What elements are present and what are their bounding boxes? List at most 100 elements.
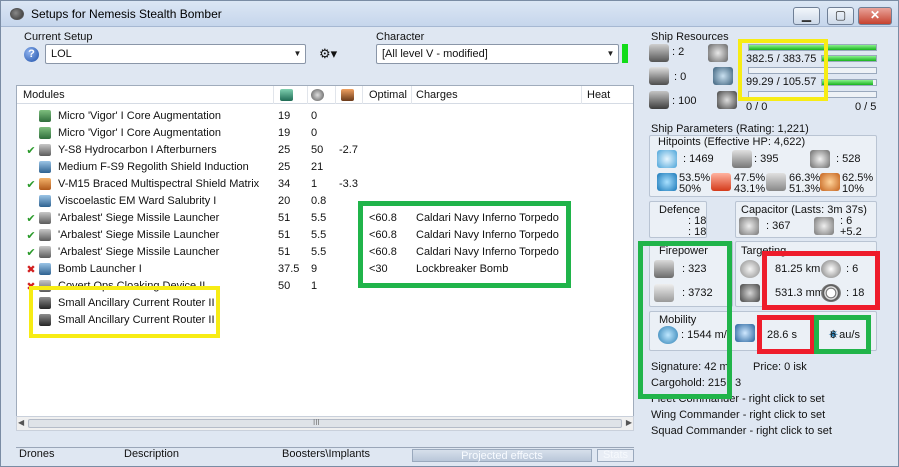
col-header-optimal[interactable]: Optimal xyxy=(369,89,407,101)
module-state-icon[interactable]: ✔ xyxy=(25,178,37,191)
module-name: Medium F-S9 Regolith Shield Induction xyxy=(58,161,249,173)
module-cpu: 19 xyxy=(278,127,291,139)
module-optimal: <60.8 xyxy=(369,229,397,241)
module-pg: 5.5 xyxy=(311,229,327,241)
maximize-button[interactable]: ▢ xyxy=(827,7,854,25)
module-cpu: 19 xyxy=(278,110,291,122)
drone-bay-icon xyxy=(649,91,669,109)
scroll-thumb[interactable] xyxy=(28,419,622,428)
max-targets-icon xyxy=(821,260,841,278)
wing-commander[interactable]: Wing Commander - right click to set xyxy=(651,409,825,421)
sensor-strength-icon xyxy=(821,284,841,302)
bomb-launcher-icon xyxy=(39,263,51,275)
capacitor-column-icon[interactable] xyxy=(341,89,354,101)
current-setup-select[interactable]: LOL ▼ xyxy=(45,44,306,64)
hitpoints-box: Hitpoints (Effective HP: 4,622) : 1469 :… xyxy=(649,135,877,197)
hull-hp-icon xyxy=(810,150,830,168)
module-row[interactable]: ✔ 'Arbalest' Siege Missile Launcher 51 5… xyxy=(17,227,633,244)
capacitor-delta-icon xyxy=(814,217,834,235)
scan-resolution: 531.3 mm xyxy=(775,287,824,299)
current-router-icon xyxy=(39,297,51,309)
tab-projected-effects[interactable]: Projected effects xyxy=(412,449,592,462)
tab-stats[interactable]: Stats xyxy=(597,449,634,462)
module-row[interactable]: Small Ancillary Current Router II xyxy=(17,312,633,329)
defence-box: Defence : 18 : 18 xyxy=(649,201,707,238)
bottom-tabs: Drones Description Boosters\Implants Pro… xyxy=(16,447,634,462)
module-row[interactable]: Micro 'Vigor' I Core Augmentation 19 0 xyxy=(17,108,633,125)
module-name: Viscoelastic EM Ward Salubrity I xyxy=(58,195,217,207)
capacitor-box: Capacitor (Lasts: 3m 37s) : 367 : 6 +5.2 xyxy=(735,201,877,238)
ship-parameters-title: Ship Parameters (Rating: 1,221) xyxy=(651,123,809,135)
module-row[interactable]: Small Ancillary Current Router II xyxy=(17,295,633,312)
col-header-modules[interactable]: Modules xyxy=(23,89,65,101)
module-state-icon[interactable]: ✖ xyxy=(25,280,37,293)
module-row[interactable]: ✖ Covert Ops Cloaking Device II 50 1 xyxy=(17,278,633,295)
character-select[interactable]: [All level V - modified] ▼ xyxy=(376,44,619,64)
module-state-icon[interactable]: ✖ xyxy=(25,263,37,276)
module-pg: 5.5 xyxy=(311,212,327,224)
tab-description[interactable]: Description xyxy=(124,448,179,460)
module-row[interactable]: Micro 'Vigor' I Core Augmentation 19 0 xyxy=(17,125,633,142)
module-pg: 50 xyxy=(311,144,324,156)
col-header-heat[interactable]: Heat xyxy=(587,89,610,101)
shield-matrix-icon xyxy=(39,178,51,190)
target-range: 81.25 km xyxy=(775,263,821,275)
modules-horizontal-scrollbar[interactable]: ◀ III ▶ xyxy=(16,416,634,431)
app-icon xyxy=(10,8,24,20)
module-charge[interactable]: Caldari Navy Inferno Torpedo xyxy=(416,229,559,241)
module-pg: 0.8 xyxy=(311,195,327,207)
tab-drones[interactable]: Drones xyxy=(19,448,54,460)
col-header-charges[interactable]: Charges xyxy=(416,89,458,101)
drone-bandwidth-value: 0 / 0 xyxy=(746,101,768,113)
max-targets: : 6 xyxy=(846,263,859,275)
armor-hp: : 395 xyxy=(754,153,779,165)
character-value: [All level V - modified] xyxy=(382,48,488,60)
module-charge[interactable]: Caldari Navy Inferno Torpedo xyxy=(416,212,559,224)
kinetic-resist-icon xyxy=(766,173,786,191)
module-pg: 0 xyxy=(311,110,318,122)
module-charge[interactable]: Caldari Navy Inferno Torpedo xyxy=(416,246,559,258)
minimize-button[interactable]: ▁ xyxy=(793,7,820,25)
module-row[interactable]: Medium F-S9 Regolith Shield Induction 25… xyxy=(17,159,633,176)
module-row[interactable]: ✔ 'Arbalest' Siege Missile Launcher 51 5… xyxy=(17,210,633,227)
module-state-icon[interactable]: ✔ xyxy=(25,229,37,242)
module-state-icon[interactable]: ✔ xyxy=(25,144,37,157)
module-state-icon[interactable]: ✔ xyxy=(25,246,37,259)
dps-icon xyxy=(654,260,674,278)
squad-commander[interactable]: Squad Commander - right click to set xyxy=(651,425,832,437)
module-name: 'Arbalest' Siege Missile Launcher xyxy=(58,229,220,241)
modules-list[interactable]: Modules Optimal Charges Heat Micro 'Vigo… xyxy=(16,85,634,431)
turret-slots: : 2 xyxy=(672,46,685,58)
warp-speed: 6 au/s xyxy=(830,329,860,341)
powergrid-column-icon[interactable] xyxy=(311,89,324,101)
hitpoints-title: Hitpoints (Effective HP: 4,622) xyxy=(658,136,806,148)
module-pg: 1 xyxy=(311,178,318,190)
module-row[interactable]: ✔ 'Arbalest' Siege Missile Launcher 51 5… xyxy=(17,244,633,261)
sensor-strength: : 18 xyxy=(846,287,865,299)
drone-bandwidth-icon xyxy=(717,91,737,109)
module-row[interactable]: ✖ Bomb Launcher I 37.5 9 <30 Lockbreaker… xyxy=(17,261,633,278)
cpu-column-icon[interactable] xyxy=(280,89,293,101)
module-state-icon[interactable]: ✔ xyxy=(25,212,37,225)
firepower-box: Firepower : 323 : 3732 xyxy=(649,241,733,307)
help-icon[interactable]: ? xyxy=(24,47,39,62)
module-row[interactable]: Viscoelastic EM Ward Salubrity I 20 0.8 xyxy=(17,193,633,210)
module-row[interactable]: ✔ V-M15 Braced Multispectral Shield Matr… xyxy=(17,176,633,193)
rig-icon xyxy=(39,127,51,139)
scroll-right-icon[interactable]: ▶ xyxy=(626,418,632,427)
module-charge[interactable]: Lockbreaker Bomb xyxy=(416,263,508,275)
capacitor-icon xyxy=(739,217,759,235)
tab-boosters-implants[interactable]: Boosters\Implants xyxy=(282,448,370,460)
align-time: 28.6 s xyxy=(767,329,797,341)
title-bar[interactable]: Setups for Nemesis Stealth Bomber ▁ ▢ ✕ xyxy=(1,1,898,27)
close-button[interactable]: ✕ xyxy=(858,7,892,25)
module-cap: -3.3 xyxy=(339,178,358,190)
scroll-left-icon[interactable]: ◀ xyxy=(18,418,24,427)
launcher-slots: : 0 xyxy=(674,71,687,83)
fleet-commander[interactable]: Fleet Commander - right click to set xyxy=(651,393,825,405)
module-row[interactable]: ✔ Y-S8 Hydrocarbon I Afterburners 25 50 … xyxy=(17,142,633,159)
drone-bandwidth-bar xyxy=(748,91,877,98)
powergrid-track-bar xyxy=(748,67,877,74)
cargohold: Cargohold: 215 xyxy=(651,377,727,389)
setup-actions-icon[interactable]: ⚙▾ xyxy=(319,46,337,62)
